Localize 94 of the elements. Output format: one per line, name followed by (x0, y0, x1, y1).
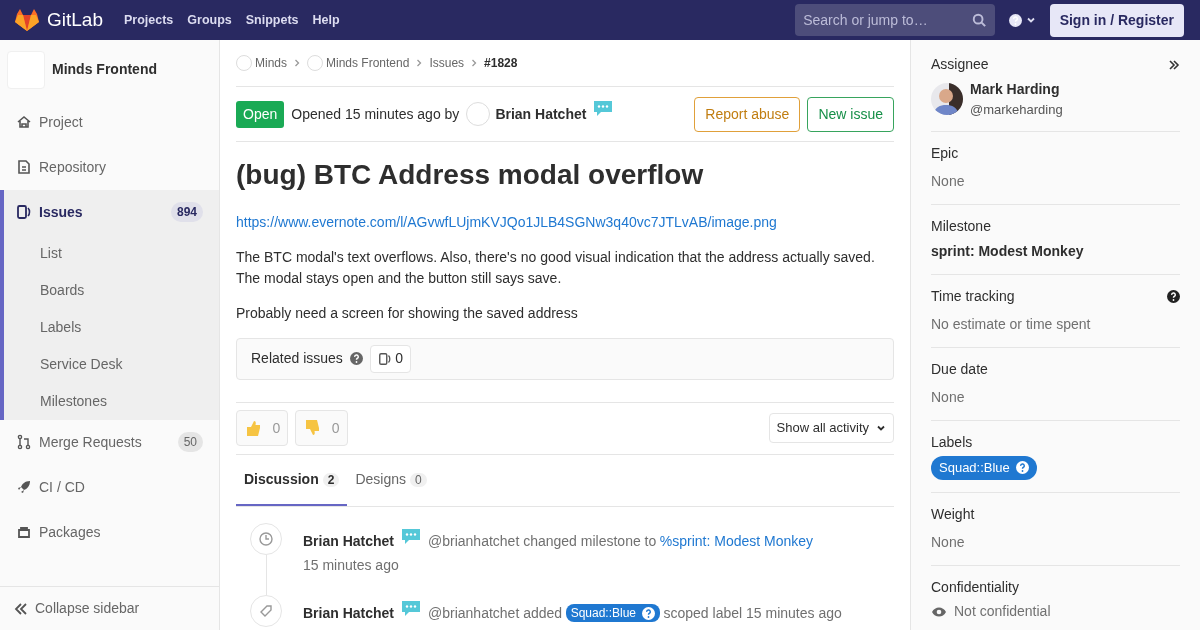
user-avatar (931, 82, 963, 115)
help-menu[interactable] (1009, 13, 1036, 27)
chevron-right-icon (471, 59, 478, 67)
count-badge: 894 (170, 202, 203, 223)
expand-sidebar-icon[interactable] (1168, 58, 1180, 71)
section-title: Related issues (251, 349, 343, 369)
assignee-username: @markeharding (970, 100, 1063, 119)
milestone-value[interactable]: sprint: Modest Monkey (931, 240, 1180, 262)
note-text: @brianhatchet added (428, 603, 563, 623)
report-abuse-button[interactable]: Report abuse (694, 96, 801, 132)
section-value: None (931, 387, 966, 407)
scoped-label[interactable]: Squad::Blue (931, 456, 1037, 480)
new-issue-button[interactable]: New issue (807, 96, 894, 132)
section-title: Milestone (931, 217, 991, 236)
breadcrumb-link[interactable]: #1828 (484, 54, 518, 72)
sidebar-item[interactable]: CI / CD (0, 464, 219, 510)
status-badge: Open (236, 100, 285, 128)
project-avatar (236, 55, 252, 71)
sidebar-item[interactable]: Project (0, 99, 219, 145)
author-link[interactable]: Brian Hatchet (495, 103, 587, 125)
assignee-name[interactable]: Mark Harding (970, 78, 1063, 100)
eye-icon (931, 605, 947, 618)
rocket-icon (16, 479, 32, 496)
sidebar-subitem[interactable]: List (4, 234, 219, 272)
breadcrumb-link[interactable]: Issues (429, 54, 465, 72)
package-icon (16, 524, 32, 541)
note-text: @brianhatchet changed milestone to (428, 531, 657, 551)
image-link[interactable]: https://www.evernote.com/l/AGvwfLUjmKVJQo1JLB4SGNw3q40vc7JTLvAB/image.png (236, 213, 777, 230)
sidebar-subitem[interactable]: Boards (4, 271, 219, 309)
double-chevron-left-icon (14, 601, 28, 616)
author-avatar (466, 102, 491, 126)
count-badge: 50 (177, 432, 203, 453)
section-title: Due date (931, 359, 988, 379)
help-icon (1009, 13, 1023, 27)
milestone-link[interactable]: %sprint: Modest Monkey (659, 530, 814, 552)
sidebar-item[interactable]: Merge Requests 50 (0, 419, 219, 465)
section-title: Epic (931, 144, 959, 163)
description-paragraph: Probably need a screen for showing the saved address (236, 303, 579, 323)
nav-link[interactable]: Groups (187, 10, 232, 30)
section-title: Time tracking (931, 286, 1015, 306)
sidebar-item[interactable]: Packages (0, 509, 219, 555)
section-value: Not confidential (954, 602, 1051, 621)
count-badge: 0 (410, 472, 427, 487)
fox-logo-icon[interactable] (14, 8, 40, 32)
help-icon[interactable] (1167, 289, 1180, 303)
merge-request-icon (16, 434, 32, 451)
sidebar-subitem[interactable]: Milestones (4, 382, 219, 420)
tab[interactable]: Discussion 2 (236, 454, 348, 506)
section-value: None (931, 532, 966, 552)
note-time: 15 minutes ago (303, 556, 400, 576)
sign-in-button[interactable]: Sign in / Register (1049, 3, 1184, 37)
chevron-down-icon (1025, 15, 1036, 25)
section-title: Labels (931, 432, 973, 452)
count-badge: 2 (322, 472, 340, 487)
nav-link[interactable]: Projects (124, 10, 174, 30)
thumbs-up-icon (244, 419, 262, 438)
section-title: Weight (931, 504, 975, 524)
issue-title: (bug) BTC Address modal overflow (236, 158, 705, 192)
chevron-right-icon (416, 59, 423, 67)
section-title: Assignee (931, 55, 989, 74)
section-value: None (931, 172, 966, 191)
activity-filter-dropdown[interactable]: Show all activity (768, 413, 894, 444)
author-link[interactable]: Brian Hatchet (303, 602, 395, 624)
nav-link[interactable]: Snippets (245, 10, 299, 30)
related-count-badge: 0 (369, 344, 412, 373)
section-value: No estimate or time spent (931, 314, 1092, 334)
breadcrumb-link[interactable]: Minds (255, 54, 287, 72)
opened-text: Opened 15 minutes ago by (291, 104, 460, 124)
note-text: scoped label 15 minutes ago (663, 603, 842, 623)
speech-bubble-icon (593, 99, 614, 117)
sidebar-subitem[interactable]: Service Desk (4, 345, 219, 383)
sidebar-subitem[interactable]: Labels (4, 308, 219, 346)
project-avatar (307, 55, 323, 71)
issues-icon (16, 204, 32, 221)
issues-icon (377, 351, 392, 366)
collapse-sidebar-button[interactable]: Collapse sidebar (0, 586, 219, 630)
document-icon (16, 159, 32, 176)
breadcrumb-link[interactable]: Minds Frontend (326, 54, 410, 72)
author-link[interactable]: Brian Hatchet (303, 530, 395, 552)
nav-link[interactable]: Help (312, 10, 340, 30)
speech-bubble-icon (401, 527, 422, 545)
speech-bubble-icon (401, 599, 422, 617)
brand-name[interactable]: GitLab (47, 5, 103, 35)
search-field[interactable]: Search or jump to… (795, 4, 996, 36)
search-icon (972, 13, 987, 27)
section-title: Confidentiality (931, 577, 1019, 597)
sidebar-item[interactable]: Repository (0, 144, 219, 190)
project-name[interactable]: Minds Frontend (52, 59, 157, 81)
tab[interactable]: Designs 0 (347, 454, 435, 506)
chevron-right-icon (294, 59, 300, 67)
home-icon (16, 114, 32, 131)
scoped-label[interactable]: Squad::Blue (565, 604, 660, 623)
description-paragraph: The BTC modal's text overflows. Also, there's no good visual indication that the address actually saved. The modal stays open and the button still says save. (236, 247, 876, 288)
thumbs-down-icon (303, 419, 322, 438)
